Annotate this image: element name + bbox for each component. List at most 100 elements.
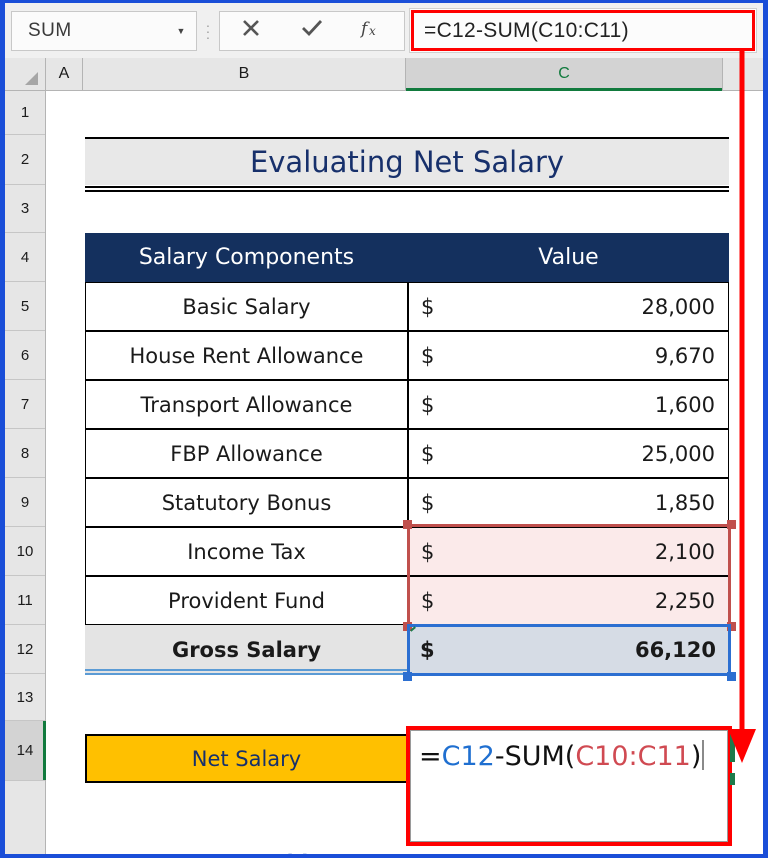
- row-header-1-label: 1: [20, 104, 30, 121]
- row-header-1[interactable]: 1: [5, 91, 45, 135]
- select-all-corner-icon[interactable]: [5, 58, 46, 90]
- row-header-7[interactable]: 7: [5, 380, 45, 429]
- cell-b10-label: Income Tax: [187, 539, 306, 564]
- formula-bar-buttons: f x: [219, 10, 405, 51]
- cell-c8-currency: $: [421, 441, 435, 466]
- row-header-12-label: 12: [16, 640, 34, 658]
- row-header-12[interactable]: 12: [5, 625, 45, 674]
- editor-green-tick-top: [730, 732, 735, 762]
- table-row-value[interactable]: $ 28,000: [408, 282, 729, 331]
- name-box[interactable]: SUM ▼: [11, 10, 197, 51]
- cell-b12-label: Gross Salary: [171, 637, 322, 662]
- cell-c5-value: 28,000: [641, 294, 715, 319]
- cell-b11-label: Provident Fund: [168, 588, 325, 613]
- range-handle-bottom-right[interactable]: [727, 622, 736, 631]
- title-underline-2: [85, 190, 729, 192]
- row-header-gutter: 1 2 3 4 5 6 7 8 9 10 11 12 13 14: [5, 91, 46, 854]
- table-row[interactable]: Statutory Bonus: [85, 478, 408, 527]
- reference-handle-bottom-left[interactable]: [403, 672, 412, 681]
- worksheet-grid: A B C 1 2 3 4 5 6 7 8 9 10 11 12 13 14 E…: [5, 58, 763, 854]
- row-header-10[interactable]: 10: [5, 527, 45, 576]
- row-header-9[interactable]: 9: [5, 478, 45, 527]
- cell-b6-label: House Rent Allowance: [129, 343, 364, 368]
- column-header-a[interactable]: A: [46, 58, 83, 90]
- editor-ref-c10-line1: C10:: [575, 741, 638, 772]
- editor-equals: =: [419, 741, 442, 772]
- row-header-11[interactable]: 11: [5, 576, 45, 625]
- table-row[interactable]: House Rent Allowance: [85, 331, 408, 380]
- table-header-component[interactable]: Salary Components: [85, 233, 408, 282]
- editor-close-paren: ): [690, 741, 702, 772]
- row-header-7-label: 7: [20, 395, 30, 413]
- column-header-b-label: B: [238, 65, 250, 82]
- table-row-value[interactable]: $ 25,000: [408, 429, 729, 478]
- row-header-5[interactable]: 5: [5, 282, 45, 331]
- table-header-value[interactable]: Value: [408, 233, 729, 282]
- cell-c9-value: 1,850: [654, 490, 715, 515]
- row-header-9-label: 9: [20, 493, 30, 511]
- sheet-title[interactable]: Evaluating Net Salary: [85, 137, 729, 185]
- row-header-4-label: 4: [20, 248, 30, 266]
- table-row[interactable]: Income Tax: [85, 527, 408, 576]
- table-row-value[interactable]: $ 2,100: [408, 527, 729, 576]
- row-header-3[interactable]: 3: [5, 185, 45, 233]
- gross-salary-value[interactable]: $ 66,120: [408, 625, 729, 674]
- row-header-11-label: 11: [17, 591, 33, 609]
- column-header-c-label: C: [558, 65, 570, 82]
- sheet-canvas: Evaluating Net Salary Salary Components …: [46, 91, 763, 854]
- table-row[interactable]: Transport Allowance: [85, 380, 408, 429]
- cell-c11-currency: $: [421, 588, 435, 613]
- table-header-value-label: Value: [538, 245, 599, 270]
- reference-handle-bottom-right[interactable]: [727, 672, 736, 681]
- table-row-value[interactable]: $ 1,600: [408, 380, 729, 429]
- row-header-14[interactable]: 14: [5, 721, 46, 781]
- cell-c12-value: 66,120: [634, 637, 716, 662]
- gross-salary-label[interactable]: Gross Salary: [85, 625, 408, 674]
- cell-c6-currency: $: [421, 343, 435, 368]
- chevron-down-icon[interactable]: ▼: [166, 26, 196, 36]
- cell-b9-label: Statutory Bonus: [161, 490, 332, 515]
- cell-b7-label: Transport Allowance: [140, 392, 353, 417]
- table-row-value[interactable]: $ 9,670: [408, 331, 729, 380]
- svg-text:x: x: [369, 24, 376, 38]
- column-header-a-label: A: [58, 65, 70, 82]
- formula-bar-separator: · · ·: [205, 16, 211, 45]
- cancel-x-icon[interactable]: [229, 17, 273, 44]
- row-header-4[interactable]: 4: [5, 233, 45, 282]
- cell-b8-label: FBP Allowance: [170, 441, 323, 466]
- enter-check-icon[interactable]: [290, 17, 334, 44]
- row-header-6[interactable]: 6: [5, 331, 45, 380]
- cell-c9-currency: $: [421, 490, 435, 515]
- range-handle-top-right[interactable]: [727, 520, 736, 529]
- column-header-b[interactable]: B: [83, 58, 406, 90]
- name-box-value: SUM: [28, 19, 72, 41]
- cell-c12-currency: $: [420, 637, 435, 662]
- range-handle-top-left[interactable]: [403, 520, 412, 529]
- editor-ref-c11-line2: C11: [637, 741, 691, 772]
- cell-b14-label: Net Salary: [191, 746, 302, 771]
- insert-function-fx-icon[interactable]: f x: [351, 16, 395, 45]
- row-header-5-label: 5: [20, 297, 30, 315]
- table-row[interactable]: Basic Salary: [85, 282, 408, 331]
- sheet-title-text: Evaluating Net Salary: [249, 145, 565, 179]
- table-row-value[interactable]: $ 1,850: [408, 478, 729, 527]
- cell-c7-currency: $: [421, 392, 435, 417]
- cell-editor-c14[interactable]: =C12-SUM(C10:C11): [410, 730, 728, 842]
- row-header-2-label: 2: [20, 151, 30, 168]
- row-header-2[interactable]: 2: [5, 135, 45, 185]
- formula-input[interactable]: =C12-SUM(C10:C11): [409, 8, 757, 53]
- net-salary-label[interactable]: Net Salary: [85, 734, 408, 783]
- table-row[interactable]: FBP Allowance: [85, 429, 408, 478]
- table-row-value[interactable]: $ 2,250: [408, 576, 729, 625]
- watermark-name: exceldemy: [233, 851, 357, 855]
- excel-window: SUM ▼ · · · f x =C12-SUM(C10:C11) A B C …: [0, 0, 768, 858]
- cell-b5-label: Basic Salary: [182, 294, 311, 319]
- table-row[interactable]: Provident Fund: [85, 576, 408, 625]
- row-header-13[interactable]: 13: [5, 674, 45, 721]
- row-header-3-label: 3: [20, 200, 30, 217]
- column-header-c[interactable]: C: [406, 58, 723, 91]
- cell-c10-currency: $: [421, 539, 435, 564]
- gross-salary-double-underline: [85, 669, 408, 676]
- row-header-8[interactable]: 8: [5, 429, 45, 478]
- cell-c7-value: 1,600: [654, 392, 715, 417]
